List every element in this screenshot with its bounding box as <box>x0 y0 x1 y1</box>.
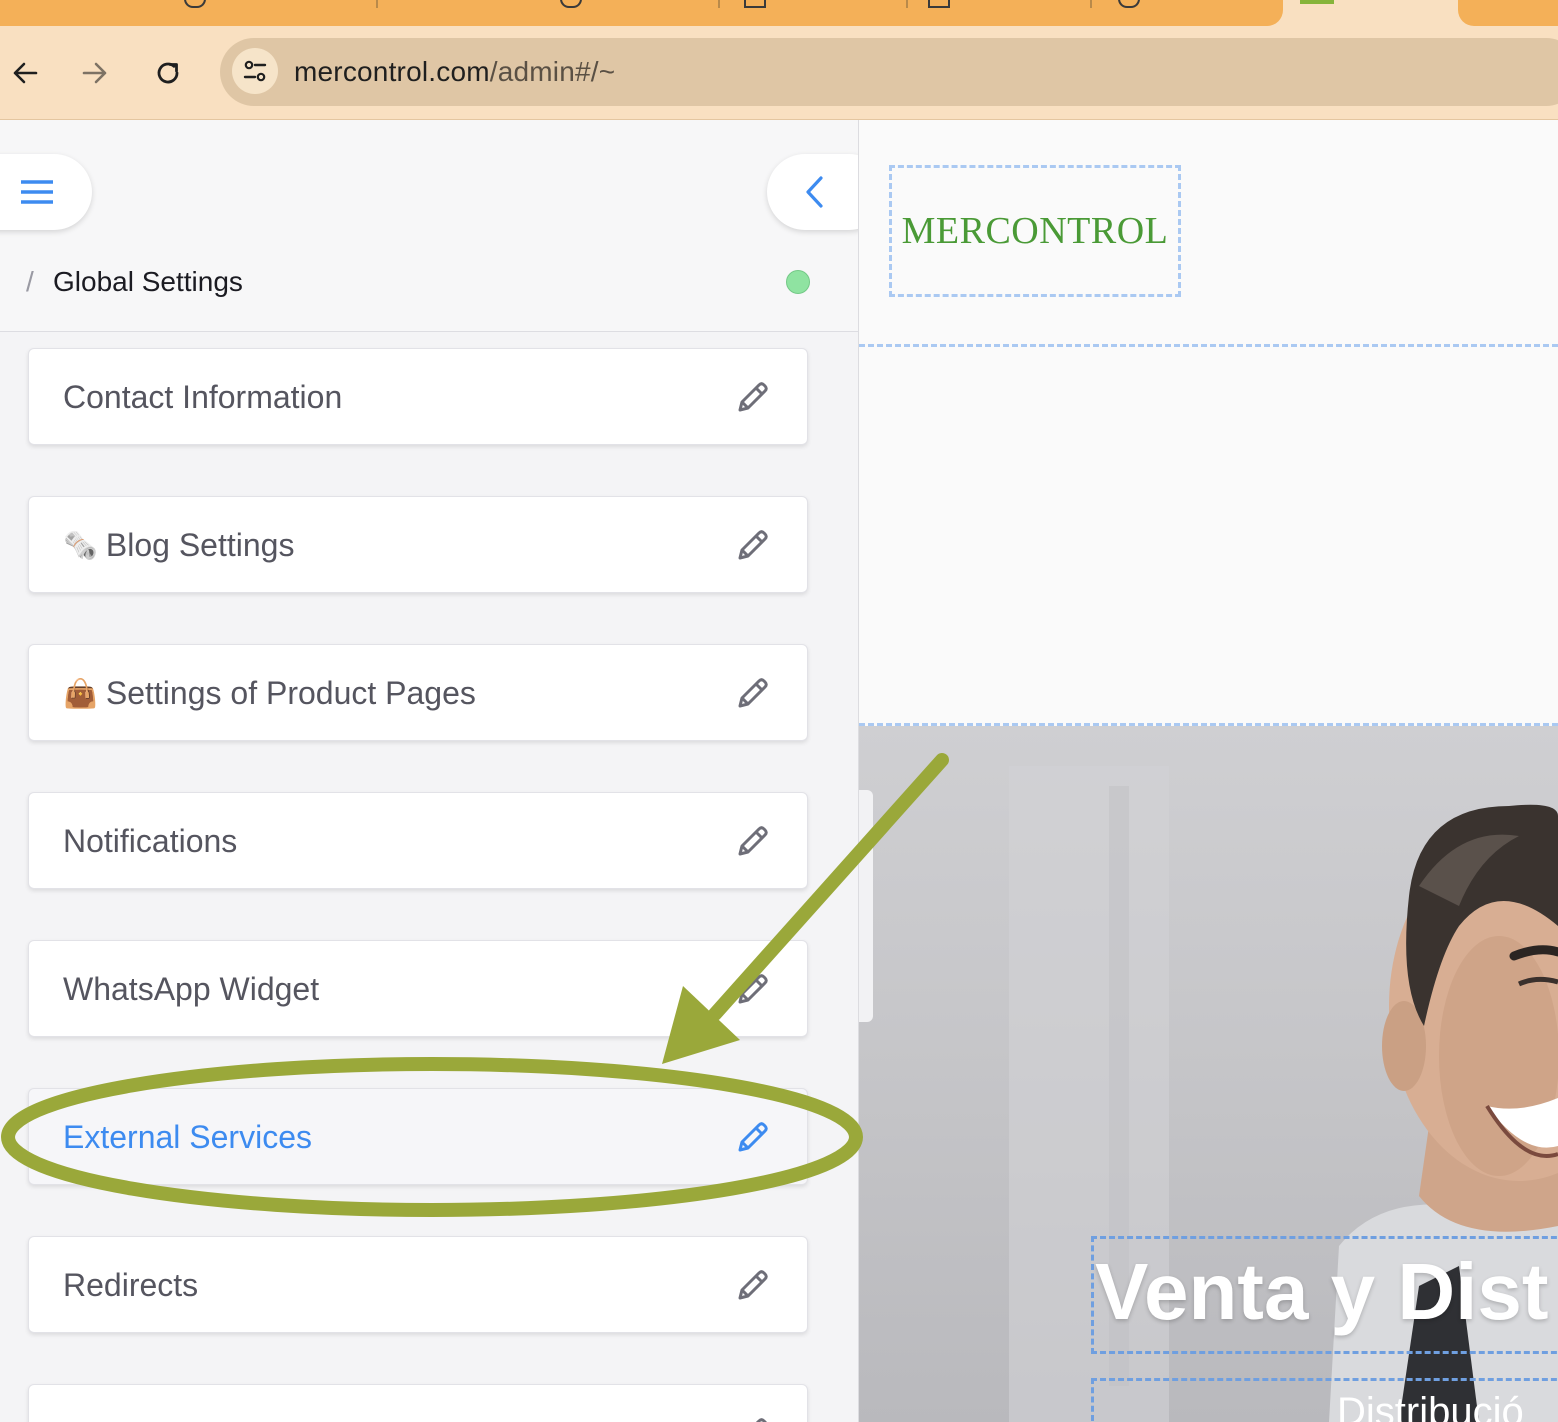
settings-item-text: External Services <box>63 1119 312 1155</box>
reload-icon <box>157 62 179 84</box>
url-path: /admin#/~ <box>489 56 616 87</box>
settings-sidebar: / Global Settings Contact Information 🗞️ B… <box>0 120 859 1422</box>
preview-side-tab[interactable] <box>859 790 873 1022</box>
url-host: mercontrol.com <box>294 56 490 87</box>
tab-separator <box>376 0 378 8</box>
settings-item-text: Notifications <box>63 823 238 859</box>
tab-favicon <box>928 0 950 8</box>
tab-favicon <box>560 0 582 8</box>
forward-button[interactable] <box>70 48 120 98</box>
url-text: mercontrol.com/admin#/~ <box>294 56 615 88</box>
address-bar[interactable]: mercontrol.com/admin#/~ <box>220 38 1558 106</box>
settings-item-label: Redirects <box>63 1267 198 1304</box>
pencil-icon <box>738 1122 768 1152</box>
reload-button[interactable] <box>143 48 193 98</box>
pencil-icon <box>738 1270 768 1300</box>
settings-item[interactable]: WhatsApp Widget <box>28 940 808 1037</box>
browser-tab[interactable] <box>1458 0 1558 26</box>
chevron-left-icon <box>806 176 823 208</box>
section-boundary <box>859 344 1558 347</box>
edit-button[interactable] <box>729 1263 775 1309</box>
status-indicator <box>786 270 810 294</box>
tab-separator <box>718 0 720 8</box>
settings-item[interactable]: 👜 Settings of Product Pages <box>28 644 808 741</box>
tab-favicon-green <box>1300 0 1334 4</box>
edit-button[interactable] <box>729 819 775 865</box>
logo-block[interactable]: MERCONTROL <box>889 165 1181 297</box>
settings-item[interactable]: 🗞️ Blog Settings <box>28 496 808 593</box>
pencil-icon <box>738 974 768 1004</box>
edit-button[interactable] <box>729 523 775 569</box>
settings-item-text: Redirects <box>63 1267 199 1303</box>
settings-item[interactable]: Notifications <box>28 792 808 889</box>
page-title: Global Settings <box>53 266 243 297</box>
settings-item-text: WhatsApp Widget <box>63 971 320 1007</box>
hero-title: Venta y Dist <box>1095 1247 1549 1336</box>
site-preview: MERCONTROL Venta y Dist Distribució <box>859 120 1558 1422</box>
edit-button[interactable] <box>729 967 775 1013</box>
settings-item-text: Settings of Product Pages <box>105 675 476 711</box>
site-settings-icon <box>243 60 267 82</box>
pencil-icon <box>738 678 768 708</box>
edit-button[interactable] <box>729 671 775 717</box>
forward-icon <box>82 62 107 84</box>
active-tab[interactable] <box>0 0 1283 26</box>
browser-tab-strip <box>0 0 1558 26</box>
sidebar-header: / Global Settings <box>0 120 858 332</box>
settings-item-label: WhatsApp Widget <box>63 971 319 1008</box>
settings-item-emoji: 🗞️ <box>63 529 98 562</box>
settings-item-text: Blog Settings <box>105 527 295 563</box>
back-button[interactable] <box>0 48 50 98</box>
tab-favicon <box>744 0 766 8</box>
tab-separator <box>1090 0 1092 8</box>
settings-item[interactable]: Contact Information <box>28 348 808 445</box>
settings-item[interactable]: Redirects <box>28 1236 808 1333</box>
pencil-icon <box>738 826 768 856</box>
edit-button[interactable] <box>729 1411 775 1422</box>
pencil-icon <box>755 1418 767 1422</box>
menu-button[interactable] <box>0 154 92 230</box>
site-logo: MERCONTROL <box>901 210 1169 252</box>
tab-favicon <box>184 0 206 8</box>
settings-item[interactable] <box>28 1384 808 1422</box>
settings-item[interactable]: External Services <box>28 1088 808 1185</box>
hero-subtitle: Distribució <box>1337 1390 1524 1422</box>
back-icon <box>13 62 38 84</box>
browser-toolbar: mercontrol.com/admin#/~ <box>0 26 1558 120</box>
settings-item-text: Contact Information <box>63 379 343 415</box>
settings-item-emoji: 👜 <box>63 677 98 710</box>
settings-item-label: Notifications <box>63 823 237 860</box>
edit-button[interactable] <box>729 375 775 421</box>
tab-separator <box>906 0 908 8</box>
breadcrumb-separator: / <box>26 266 34 297</box>
settings-item-label: 🗞️ Blog Settings <box>63 527 294 564</box>
settings-item-label: 👜 Settings of Product Pages <box>63 675 476 712</box>
pencil-icon <box>738 382 768 412</box>
edit-button[interactable] <box>729 1115 775 1161</box>
tab-favicon <box>1118 0 1140 8</box>
hero-banner[interactable]: Venta y Dist Distribució <box>859 726 1558 1422</box>
collapse-panel-button[interactable] <box>767 154 858 230</box>
hamburger-icon <box>21 180 53 204</box>
pencil-icon <box>738 530 768 560</box>
site-info-button[interactable] <box>232 48 278 94</box>
settings-item-label: Contact Information <box>63 379 342 416</box>
settings-item-label: External Services <box>63 1119 312 1156</box>
